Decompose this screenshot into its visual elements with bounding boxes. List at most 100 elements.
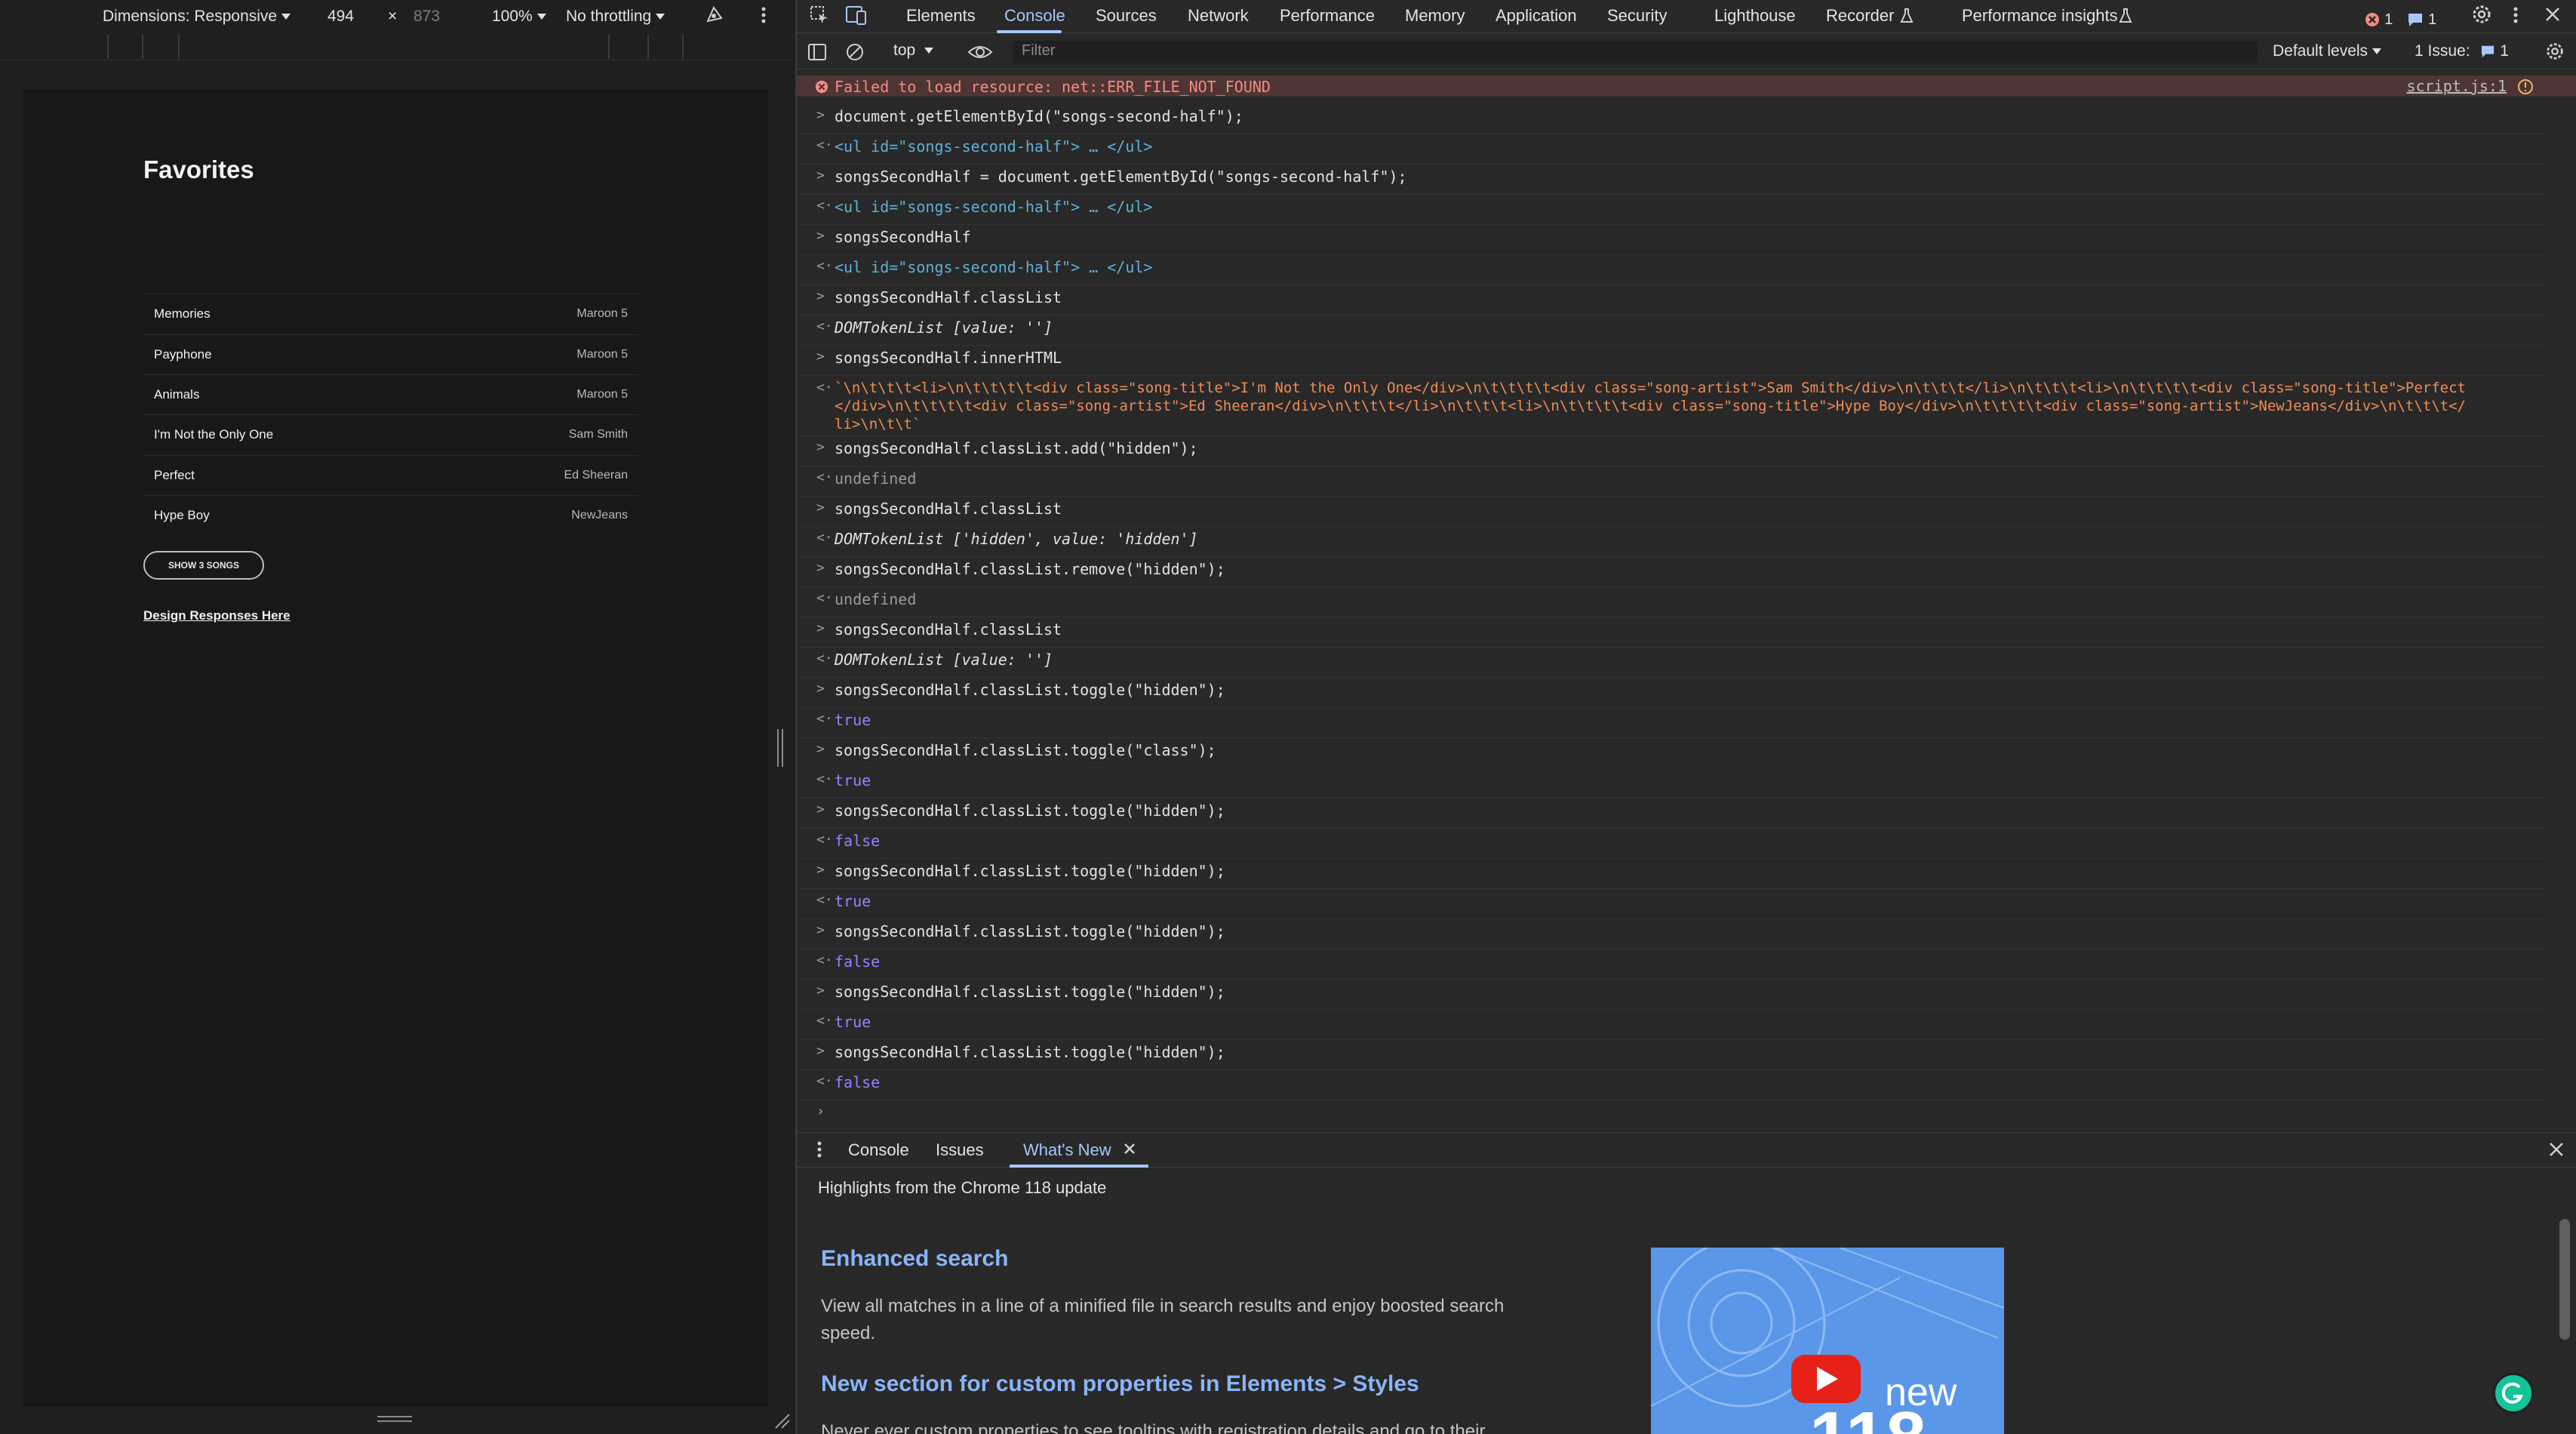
song-title: Hype Boy (154, 507, 210, 522)
message-count-badge[interactable]: 1 (2407, 9, 2436, 29)
throttling-dropdown[interactable]: No throttling (566, 8, 666, 26)
console-command: songsSecondHalf.classList (835, 288, 1062, 306)
song-artist: NewJeans (571, 508, 628, 522)
console-output-line: <· false (797, 952, 2546, 980)
return-arrow-icon: <· (816, 469, 833, 485)
dimensions-dropdown[interactable]: Dimensions: Responsive (103, 8, 291, 26)
tab-recorder[interactable]: Recorder (1826, 6, 1894, 26)
console-error-message: Failed to load resource: net::ERR_FILE_N… (797, 75, 2576, 97)
tab-security[interactable]: Security (1607, 6, 1667, 26)
song-row: Hype Boy NewJeans (143, 495, 638, 534)
close-icon[interactable] (2543, 5, 2562, 29)
scrollbar-thumb[interactable] (2559, 1219, 2570, 1340)
dimensions-label: Dimensions: Responsive (103, 8, 278, 25)
close-drawer-icon[interactable] (2547, 1140, 2565, 1163)
song-artist: Maroon 5 (576, 306, 628, 320)
chevron-right-icon: > (816, 288, 825, 304)
chevron-right-icon: > (816, 983, 825, 999)
console-output-line[interactable]: <· DOMTokenList [value: ''] (797, 651, 2546, 678)
console-command: songsSecondHalf.classList.toggle("hidden… (835, 922, 1225, 940)
chevron-right-icon: > (816, 1043, 825, 1059)
more-options-icon[interactable] (2511, 3, 2520, 32)
chevron-down-icon (2372, 48, 2382, 55)
more-options-icon[interactable] (759, 3, 768, 32)
tab-performance[interactable]: Performance (1280, 6, 1375, 26)
console-command: document.getElementById("songs-second-ha… (835, 107, 1243, 125)
resize-corner-icon[interactable] (773, 1411, 791, 1429)
issues-counter[interactable]: 1 Issue: 1 (2415, 42, 2509, 60)
console-output-line[interactable]: <· <ul id="songs-second-half"> … </ul> (797, 258, 2546, 285)
chevron-down-icon (536, 14, 546, 20)
zoom-dropdown[interactable]: 100% (492, 8, 546, 26)
context-label: top (893, 42, 916, 59)
tab-elements[interactable]: Elements (906, 6, 976, 26)
inspect-element-icon[interactable] (809, 5, 830, 30)
song-artist: Maroon 5 (576, 347, 628, 361)
return-arrow-icon: <· (816, 651, 833, 666)
settings-gear-icon[interactable] (2470, 3, 2493, 30)
console-output-line: <· true (797, 771, 2546, 799)
console-result: DOMTokenList [value: ''] (835, 651, 1053, 669)
context-selector[interactable]: top (893, 42, 934, 60)
song-title: Perfect (154, 467, 195, 482)
console-output-line: <· undefined (797, 469, 2546, 497)
console-settings-icon[interactable] (2544, 41, 2565, 66)
panel-resize-handle[interactable] (777, 729, 783, 767)
drawer-tab-whats-new[interactable]: What's New (1023, 1140, 1111, 1160)
console-result: DOMTokenList [value: ''] (835, 318, 1053, 337)
sidebar-toggle-icon[interactable] (807, 42, 827, 66)
inner-html-line: li>\n\t\t` (835, 416, 921, 432)
active-tab-indicator (997, 30, 1062, 33)
tab-lighthouse[interactable]: Lighthouse (1714, 6, 1796, 26)
feature-heading-custom-properties[interactable]: New section for custom properties in Ele… (821, 1371, 1419, 1397)
console-output-line: <· true (797, 1013, 2546, 1040)
console-result: DOMTokenList ['hidden', value: 'hidden'] (835, 530, 1198, 548)
drawer-tab-console[interactable]: Console (848, 1140, 909, 1160)
tab-performance-insights[interactable]: Performance insights (1962, 6, 2118, 26)
console-input-line: > songsSecondHalf.classList.toggle("class… (797, 741, 2546, 768)
tab-console[interactable]: Console (1004, 6, 1065, 26)
clear-console-icon[interactable] (845, 42, 865, 66)
drawer-menu-icon[interactable] (815, 1137, 824, 1166)
error-count-badge[interactable]: 1 (2365, 9, 2393, 29)
grammarly-icon[interactable] (2493, 1373, 2534, 1414)
return-arrow-icon: <· (816, 771, 833, 787)
tab-sources[interactable]: Sources (1096, 6, 1157, 26)
video-thumbnail[interactable]: new 118 (1651, 1248, 2004, 1434)
feature-heading-enhanced-search[interactable]: Enhanced search (821, 1246, 1008, 1272)
device-toggle-icon[interactable] (845, 5, 868, 30)
console-output-line: <· true (797, 892, 2546, 919)
height-input[interactable]: 873 (413, 8, 440, 26)
log-levels-dropdown[interactable]: Default levels (2273, 42, 2382, 60)
tab-network[interactable]: Network (1188, 6, 1249, 26)
design-responses-link[interactable]: Design Responses Here (143, 608, 290, 623)
filter-input[interactable]: Filter (1013, 41, 2258, 63)
video-version-number: 118 (1809, 1402, 1926, 1434)
ruler-tick (107, 35, 109, 59)
console-result: true (835, 771, 871, 789)
ruler-tick (682, 35, 684, 59)
console-output-line[interactable]: <· DOMTokenList [value: ''] (797, 318, 2546, 346)
console-output-line[interactable]: <· <ul id="songs-second-half"> … </ul> (797, 137, 2546, 165)
swap-dimensions-icon[interactable]: × (388, 8, 397, 26)
rotate-icon[interactable] (702, 3, 726, 32)
drawer-tab-issues[interactable]: Issues (936, 1140, 984, 1160)
return-arrow-icon: <· (816, 590, 833, 606)
tab-memory[interactable]: Memory (1405, 6, 1465, 26)
console-output-line[interactable]: <· <ul id="songs-second-half"> … </ul> (797, 198, 2546, 225)
viewport-height-handle[interactable] (377, 1416, 412, 1422)
flask-icon (2119, 8, 2132, 29)
devtools-main-tabs: Elements Console Sources Network Perform… (797, 0, 2576, 33)
tab-application[interactable]: Application (1495, 6, 1577, 26)
console-prompt[interactable]: › (812, 1081, 2547, 1119)
live-expression-eye-icon[interactable] (967, 43, 993, 66)
show-songs-button[interactable]: SHOW 3 SONGS (143, 551, 264, 580)
console-input-line: > songsSecondHalf = document.getElementBy… (797, 168, 2546, 195)
error-source-link[interactable]: script.js:1 (2407, 77, 2507, 95)
inner-html-line: </div>\n\t\t\t\t<div class="song-artist"… (835, 398, 2466, 414)
close-tab-icon[interactable] (1121, 1140, 1138, 1162)
console-output-line[interactable]: <· DOMTokenList ['hidden', value: 'hidden… (797, 530, 2546, 557)
console-command: songsSecondHalf.innerHTML (835, 349, 1062, 367)
width-input[interactable]: 494 (327, 8, 354, 26)
insight-icon[interactable] (2517, 78, 2534, 99)
